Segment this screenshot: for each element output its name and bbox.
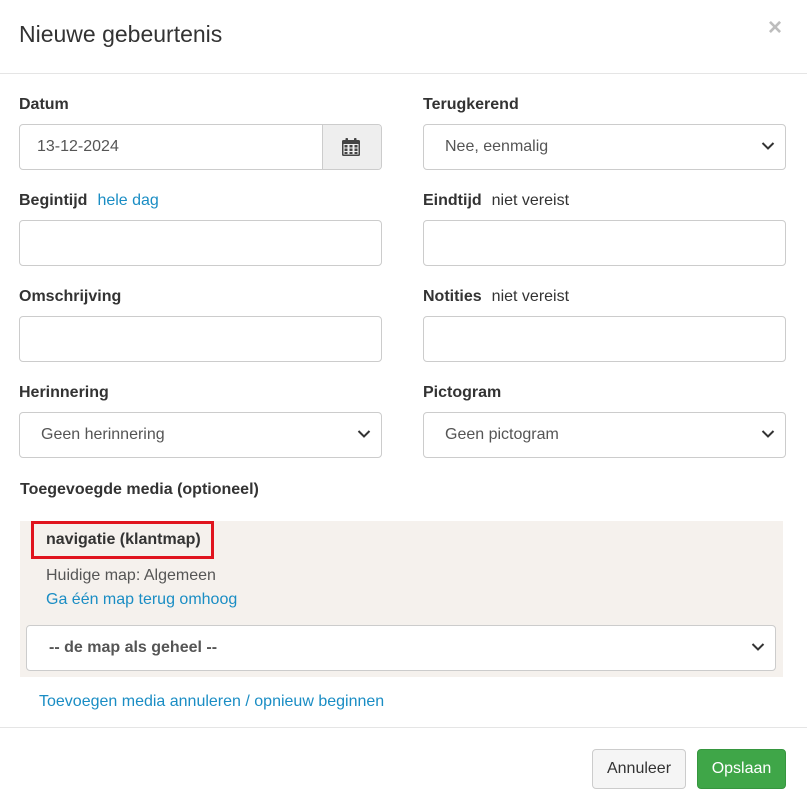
date-input-group[interactable]: 13-12-2024 xyxy=(19,124,382,170)
modal-header: Nieuwe gebeurtenis × xyxy=(0,0,807,74)
notes-optional-note: niet vereist xyxy=(491,288,570,305)
end-time-label: Eindtijd niet vereist xyxy=(423,192,569,210)
reminder-select[interactable]: Geen herinnering xyxy=(19,412,382,458)
folder-up-link[interactable]: Ga één map terug omhoog xyxy=(46,591,237,609)
recurring-selected: Nee, eenmalig xyxy=(445,138,549,155)
start-time-input[interactable] xyxy=(19,220,382,266)
chevron-down-icon xyxy=(357,430,371,438)
chevron-down-icon xyxy=(761,430,775,438)
pictogram-selected: Geen pictogram xyxy=(445,426,559,443)
chevron-down-icon xyxy=(751,643,765,651)
start-time-label-text: Begintijd xyxy=(19,192,88,209)
cancel-media-link[interactable]: Toevoegen media annuleren / opnieuw begi… xyxy=(39,693,384,711)
recurring-label: Terugkerend xyxy=(423,96,519,113)
notes-label-text: Notities xyxy=(423,288,482,305)
notes-input[interactable] xyxy=(423,316,786,362)
calendar-button[interactable] xyxy=(322,125,381,169)
date-input[interactable]: 13-12-2024 xyxy=(37,125,119,169)
close-icon[interactable]: × xyxy=(768,16,782,40)
modal-title: Nieuwe gebeurtenis xyxy=(19,21,223,47)
notes-label: Notities niet vereist xyxy=(423,288,569,306)
description-label: Omschrijving xyxy=(19,288,122,305)
end-time-optional-note: niet vereist xyxy=(491,192,570,209)
calendar-icon xyxy=(342,138,360,156)
recurring-select[interactable]: Nee, eenmalig xyxy=(423,124,786,170)
reminder-label: Herinnering xyxy=(19,384,109,401)
description-input[interactable] xyxy=(19,316,382,362)
pictogram-label: Pictogram xyxy=(423,384,502,401)
folder-select-value: -- de map als geheel -- xyxy=(49,639,218,656)
media-section-title: Toegevoegde media (optioneel) xyxy=(20,481,259,498)
save-button[interactable]: Opslaan xyxy=(697,749,786,789)
cancel-button[interactable]: Annuleer xyxy=(592,749,686,789)
folder-select[interactable]: -- de map als geheel -- xyxy=(26,625,776,671)
start-time-label: Begintijd hele dag xyxy=(19,192,159,210)
end-time-input[interactable] xyxy=(423,220,786,266)
folder-name: navigatie (klantmap) xyxy=(31,521,214,559)
reminder-selected: Geen herinnering xyxy=(41,426,165,443)
date-label: Datum xyxy=(19,96,69,113)
chevron-down-icon xyxy=(761,142,775,150)
end-time-label-text: Eindtijd xyxy=(423,192,482,209)
current-folder-text: Huidige map: Algemeen xyxy=(46,567,216,584)
all-day-link[interactable]: hele dag xyxy=(97,192,158,209)
pictogram-select[interactable]: Geen pictogram xyxy=(423,412,786,458)
